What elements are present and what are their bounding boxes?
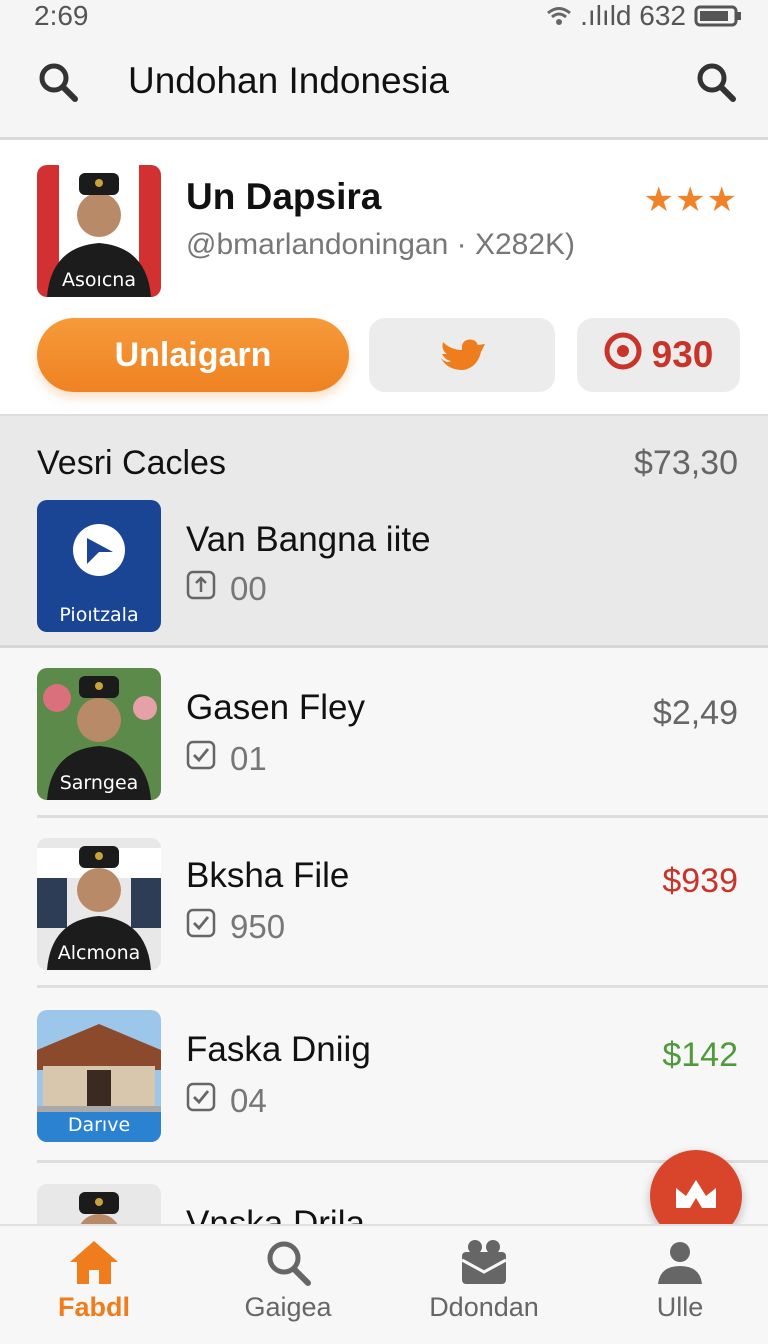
item-thumbnail	[37, 1184, 161, 1228]
page-title: Undohan Indonesia	[128, 60, 449, 101]
featured-meta-value: 00	[230, 570, 267, 607]
section-series: Vesri Cacles $73,30 Pioıtzala Van Bangna…	[0, 416, 768, 648]
wifi-icon	[546, 6, 572, 26]
battery-icon	[694, 4, 744, 28]
user-icon	[590, 1238, 768, 1286]
nav-label: Ddondan	[429, 1292, 539, 1322]
profile-avatar[interactable]: Asoıcna	[37, 165, 161, 297]
featured-name: Van Bangna iite	[186, 520, 431, 559]
signal-text: .ılıld 632	[580, 0, 686, 31]
profile-handle: @bmarlandoningan · X282K)	[186, 228, 576, 261]
primary-action-button[interactable]: Unlaigarn	[37, 318, 349, 392]
item-meta-value: 950	[230, 908, 286, 945]
status-bar: 2:69 .ılıld 632	[0, 0, 768, 34]
item-meta-value: 04	[230, 1082, 267, 1119]
item-meta-value: 01	[230, 740, 267, 777]
share-bird-button[interactable]	[369, 318, 555, 392]
divider	[37, 1160, 768, 1163]
list-item[interactable]: Alcmona Bksha File 950 $939	[0, 818, 768, 988]
target-count-button[interactable]: 930	[577, 318, 740, 392]
nav-home[interactable]: Fabdl	[4, 1238, 184, 1323]
nav-profile[interactable]: Ulle	[590, 1238, 768, 1323]
search-button-icon[interactable]	[694, 60, 738, 109]
rating-stars: ★★★	[643, 181, 738, 219]
search-icon	[198, 1238, 378, 1286]
list-item[interactable]: Darıve Faska Dniig 04 $142	[0, 990, 768, 1160]
profile-card: Asoıcna Un Dapsira @bmarlandoningan · X2…	[0, 140, 768, 416]
item-name: Bksha File	[186, 856, 350, 895]
checkbox-icon	[186, 908, 216, 946]
nav-label: Gaigea	[244, 1292, 332, 1322]
featured-caption: Pioıtzala	[59, 604, 139, 626]
bird-icon	[437, 330, 487, 381]
checkbox-icon	[186, 1082, 216, 1120]
status-icons: .ılıld 632	[546, 0, 744, 32]
inbox-icon	[394, 1238, 574, 1286]
upload-icon	[186, 570, 216, 608]
section-title: Vesri Cacles	[37, 444, 226, 482]
featured-thumbnail[interactable]: Pioıtzala	[37, 500, 161, 632]
item-meta: 01	[186, 740, 267, 778]
item-thumb-caption: Darıve	[67, 1114, 131, 1136]
item-thumbnail: Alcmona	[37, 838, 161, 970]
target-count: 930	[651, 334, 714, 375]
item-price: $939	[662, 862, 738, 900]
item-price: $142	[662, 1036, 738, 1074]
list-item[interactable]: Sarngea Gasen Fley 01 $2,49	[0, 648, 768, 818]
featured-meta: 00	[186, 570, 267, 608]
bottom-nav: Fabdl Gaigea Ddondan Ulle	[0, 1224, 768, 1344]
nav-label: Ulle	[656, 1292, 704, 1322]
avatar-caption: Asoıcna	[62, 269, 136, 291]
crown-icon	[672, 1174, 720, 1219]
section-total: $73,30	[634, 444, 738, 482]
item-list: Sarngea Gasen Fley 01 $2,49 Alcmona Bksh…	[0, 648, 768, 1228]
item-thumb-caption: Sarngea	[59, 772, 139, 794]
nav-inbox[interactable]: Ddondan	[394, 1238, 574, 1323]
item-thumbnail: Sarngea	[37, 668, 161, 800]
item-name: Faska Dniig	[186, 1030, 371, 1069]
item-price: $2,49	[652, 694, 738, 732]
search-icon[interactable]	[36, 60, 80, 109]
divider	[37, 985, 768, 988]
item-thumbnail: Darıve	[37, 1010, 161, 1142]
profile-name: Un Dapsira	[186, 176, 382, 217]
nav-label: Fabdl	[58, 1292, 130, 1322]
item-thumb-caption: Alcmona	[57, 942, 141, 964]
app-bar: Undohan Indonesia	[0, 34, 768, 140]
home-icon	[4, 1238, 184, 1286]
item-name: Gasen Fley	[186, 688, 365, 727]
item-meta: 04	[186, 1082, 267, 1120]
item-meta: 950	[186, 908, 285, 946]
checkbox-icon	[186, 740, 216, 778]
nav-search[interactable]: Gaigea	[198, 1238, 378, 1323]
status-time: 2:69	[34, 0, 89, 31]
target-icon	[604, 332, 642, 379]
